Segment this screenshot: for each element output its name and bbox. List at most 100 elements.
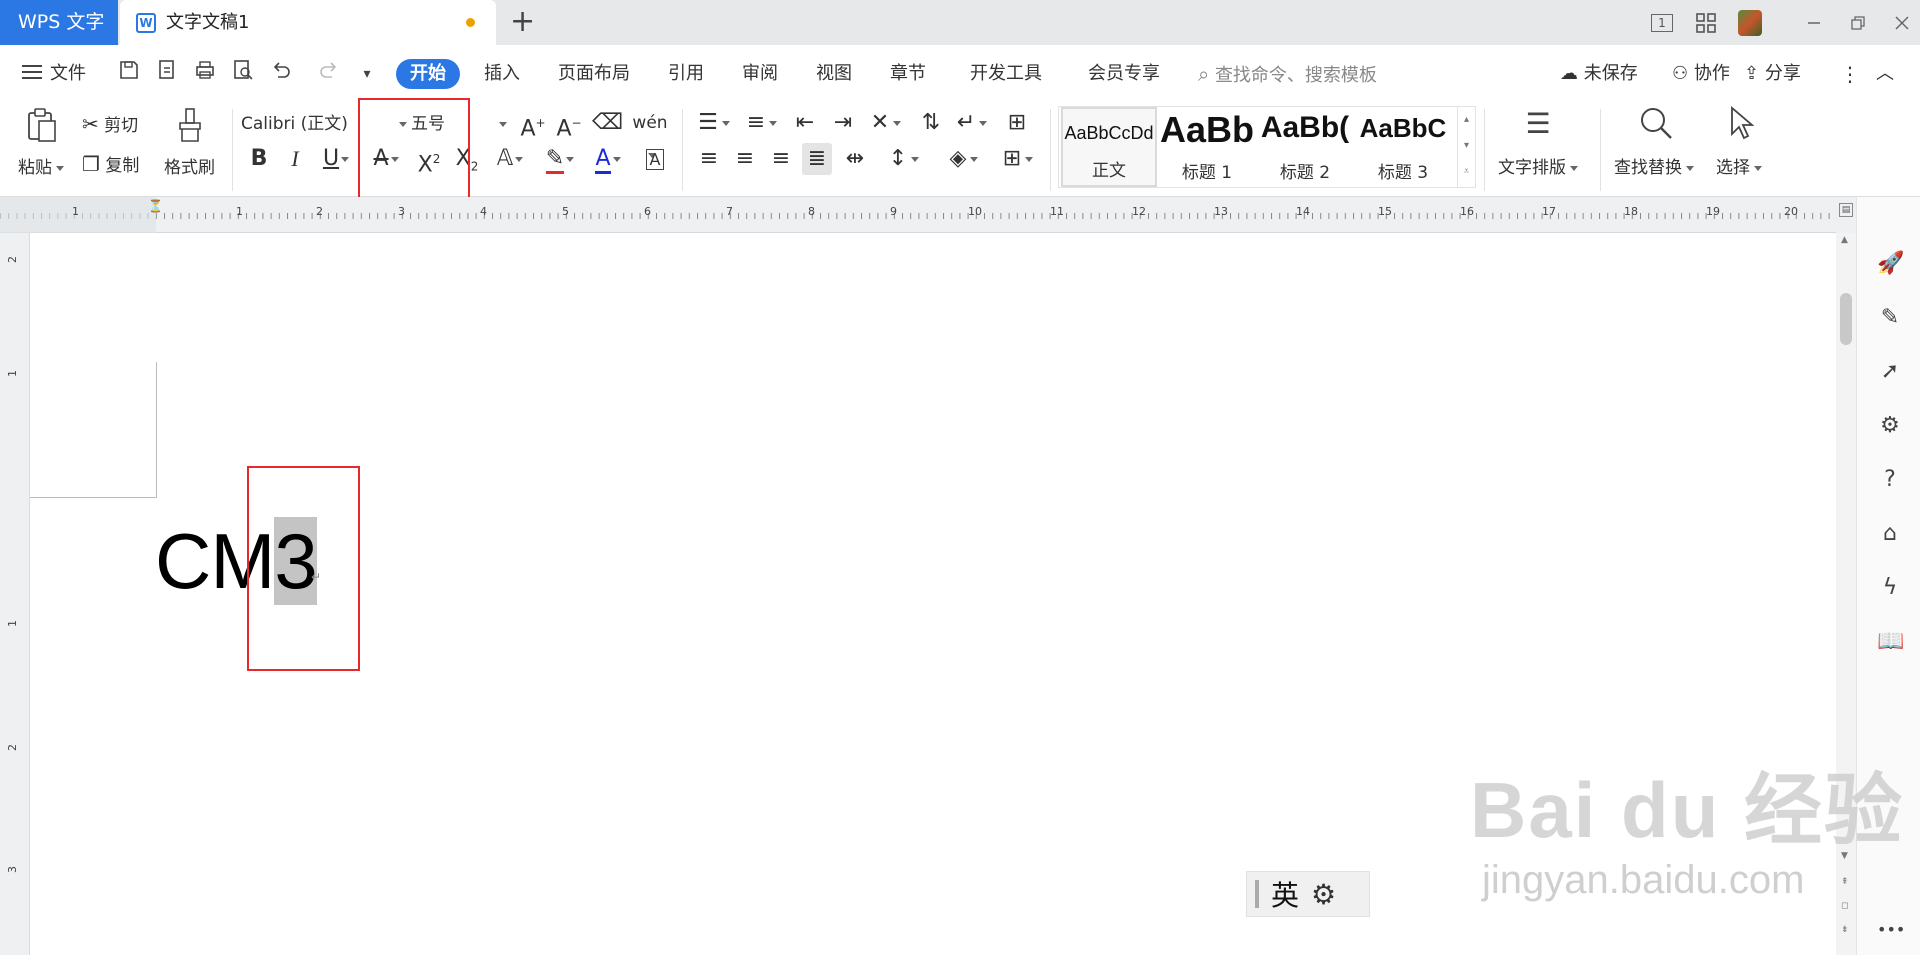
tab-home[interactable]: 开始 — [396, 59, 460, 89]
more-icon[interactable]: ••• — [1877, 917, 1905, 943]
save-icon[interactable] — [114, 59, 144, 89]
italic-button[interactable]: I — [280, 143, 310, 175]
copy-button[interactable]: ❐ 复制 — [82, 151, 139, 176]
ime-toolbar[interactable]: 英 ⚙ — [1246, 871, 1370, 917]
restore-icon[interactable] — [1836, 0, 1880, 45]
bullet-list-icon[interactable]: ☰ — [694, 107, 734, 139]
text-layout-button[interactable]: 文字排版 — [1498, 153, 1578, 178]
paste-button[interactable]: 粘贴 — [18, 153, 64, 178]
grid-apps-icon[interactable] — [1684, 0, 1728, 45]
prev-page-icon[interactable]: ⇞ — [1841, 877, 1849, 887]
user-avatar[interactable] — [1728, 0, 1772, 45]
cursor-icon[interactable]: ➚ — [1877, 359, 1903, 385]
ruler-number: 15 — [1378, 205, 1392, 218]
style-normal[interactable]: AaBbCcDd 正文 — [1061, 107, 1157, 187]
ime-language[interactable]: 英 — [1271, 874, 1299, 914]
decrease-indent-icon[interactable]: ⇤ — [790, 107, 820, 139]
tab-member[interactable]: 会员专享 — [1088, 59, 1160, 89]
indent-marker-icon[interactable]: ⏳ — [148, 199, 163, 213]
align-left-icon[interactable]: ≡ — [694, 143, 724, 175]
table-tools-icon[interactable]: ⊞ — [1002, 107, 1032, 139]
cursor-select-icon[interactable] — [1722, 105, 1758, 145]
font-color-button[interactable]: A — [588, 143, 628, 175]
undo-icon[interactable] — [266, 59, 296, 89]
tab-references[interactable]: 引用 — [668, 59, 704, 89]
character-border-button[interactable]: A — [640, 143, 670, 176]
text-effect-button[interactable]: 𝔸 — [490, 143, 530, 175]
vertical-ruler[interactable]: 2 1 1 2 3 — [0, 233, 30, 955]
select-browse-object-icon[interactable]: ◻ — [1841, 901, 1848, 911]
underline-button[interactable]: U — [316, 143, 356, 175]
cut-button[interactable]: ✂ 剪切 — [82, 111, 138, 136]
collaborate-button[interactable]: ⚇ 协作 — [1672, 59, 1730, 89]
horizontal-ruler[interactable]: 1 1 2 3 4 5 6 7 8 9 10 11 12 13 14 15 16… — [0, 197, 1836, 233]
app-tab[interactable]: WPS 文字 — [0, 0, 118, 45]
select-button[interactable]: 选择 — [1716, 153, 1762, 178]
next-page-icon[interactable]: ⇟ — [1841, 925, 1849, 935]
command-search[interactable]: ⌕ 查找命令、搜索模板 — [1198, 59, 1377, 91]
tab-chapter[interactable]: 章节 — [890, 59, 926, 89]
ime-drag-handle[interactable] — [1255, 880, 1259, 908]
numbered-list-icon[interactable]: ≡ — [742, 107, 782, 139]
export-pdf-icon[interactable] — [152, 59, 182, 89]
style-heading-3[interactable]: AaBbC 标题 3 — [1355, 107, 1451, 187]
style-gallery-scroll[interactable]: ▴ ▾ ⩡ — [1457, 107, 1475, 187]
tab-view[interactable]: 视图 — [816, 59, 852, 89]
page-indicator-button[interactable]: 1 — [1640, 0, 1684, 45]
find-replace-button[interactable]: 查找替换 — [1614, 153, 1694, 178]
tab-insert[interactable]: 插入 — [484, 59, 520, 89]
increase-font-icon[interactable]: A+ — [518, 107, 548, 145]
borders-icon[interactable]: ⊞ — [998, 143, 1038, 175]
style-heading-1[interactable]: AaBb 标题 1 — [1159, 107, 1255, 187]
close-icon[interactable] — [1880, 0, 1920, 45]
increase-indent-icon[interactable]: ⇥ — [828, 107, 858, 139]
print-preview-icon[interactable] — [228, 59, 258, 89]
search-icon: ⌕ — [1198, 62, 1210, 86]
help-icon[interactable]: ? — [1877, 467, 1903, 493]
scroll-up-icon[interactable]: ▲ — [1841, 235, 1848, 245]
distributed-align-icon[interactable]: ⇹ — [840, 143, 870, 175]
format-painter-button[interactable]: 格式刷 — [164, 153, 215, 178]
more-options-icon[interactable]: ⋮ — [1840, 59, 1860, 89]
tab-review[interactable]: 审阅 — [742, 59, 778, 89]
document-tab[interactable]: W 文字文稿1 — [120, 0, 496, 45]
format-painter-icon[interactable] — [172, 107, 208, 145]
show-marks-icon[interactable]: ↵ — [952, 107, 992, 139]
minimize-icon[interactable] — [1792, 0, 1836, 45]
magnifier-icon[interactable] — [1636, 105, 1676, 145]
redo-icon[interactable] — [314, 59, 344, 89]
new-tab-button[interactable]: + — [510, 4, 535, 40]
rocket-icon[interactable]: 🚀 — [1877, 251, 1904, 277]
ruler-toggle-icon[interactable]: ▤ — [1836, 197, 1856, 233]
ruler-number: 17 — [1542, 205, 1556, 218]
line-spacing-icon[interactable]: ↕ — [884, 143, 924, 175]
align-center-icon[interactable]: ≡ — [730, 143, 760, 175]
justify-icon[interactable]: ≣ — [802, 143, 832, 175]
pen-icon[interactable]: ✎ — [1877, 305, 1903, 331]
tab-developer[interactable]: 开发工具 — [970, 59, 1042, 89]
decrease-font-icon[interactable]: A− — [554, 107, 584, 145]
scroll-thumb[interactable] — [1840, 293, 1852, 345]
print-icon[interactable] — [190, 59, 220, 89]
collapse-ribbon-icon[interactable]: ︿ — [1876, 59, 1894, 89]
style-heading-2[interactable]: AaBb( 标题 2 — [1257, 107, 1353, 187]
clear-format-icon[interactable]: ⌫ — [592, 107, 623, 139]
bold-button[interactable]: B — [244, 143, 274, 175]
quick-access-dropdown-icon[interactable]: ▾ — [352, 59, 382, 89]
align-right-icon[interactable]: ≡ — [766, 143, 796, 175]
paste-icon[interactable] — [20, 107, 64, 143]
chinese-layout-icon[interactable]: ✕ — [866, 107, 906, 139]
shading-icon[interactable]: ◈ — [944, 143, 984, 175]
sort-icon[interactable]: ⇅ — [916, 107, 946, 139]
lightning-icon[interactable]: ϟ — [1877, 575, 1903, 601]
unsaved-status-button[interactable]: ☁ 未保存 — [1560, 59, 1638, 89]
sliders-icon[interactable]: ⚙ — [1877, 413, 1903, 439]
store-icon[interactable]: ⌂ — [1877, 521, 1903, 547]
file-menu-button[interactable]: 文件 — [22, 59, 86, 85]
tab-page-layout[interactable]: 页面布局 — [558, 59, 630, 89]
book-search-icon[interactable]: 📖 — [1877, 629, 1904, 655]
gear-icon[interactable]: ⚙ — [1311, 878, 1336, 911]
highlight-color-button[interactable]: ✎ — [540, 143, 580, 175]
text-layout-icon[interactable]: ☰ — [1518, 107, 1558, 143]
share-button[interactable]: ⇪ 分享 — [1744, 59, 1801, 89]
